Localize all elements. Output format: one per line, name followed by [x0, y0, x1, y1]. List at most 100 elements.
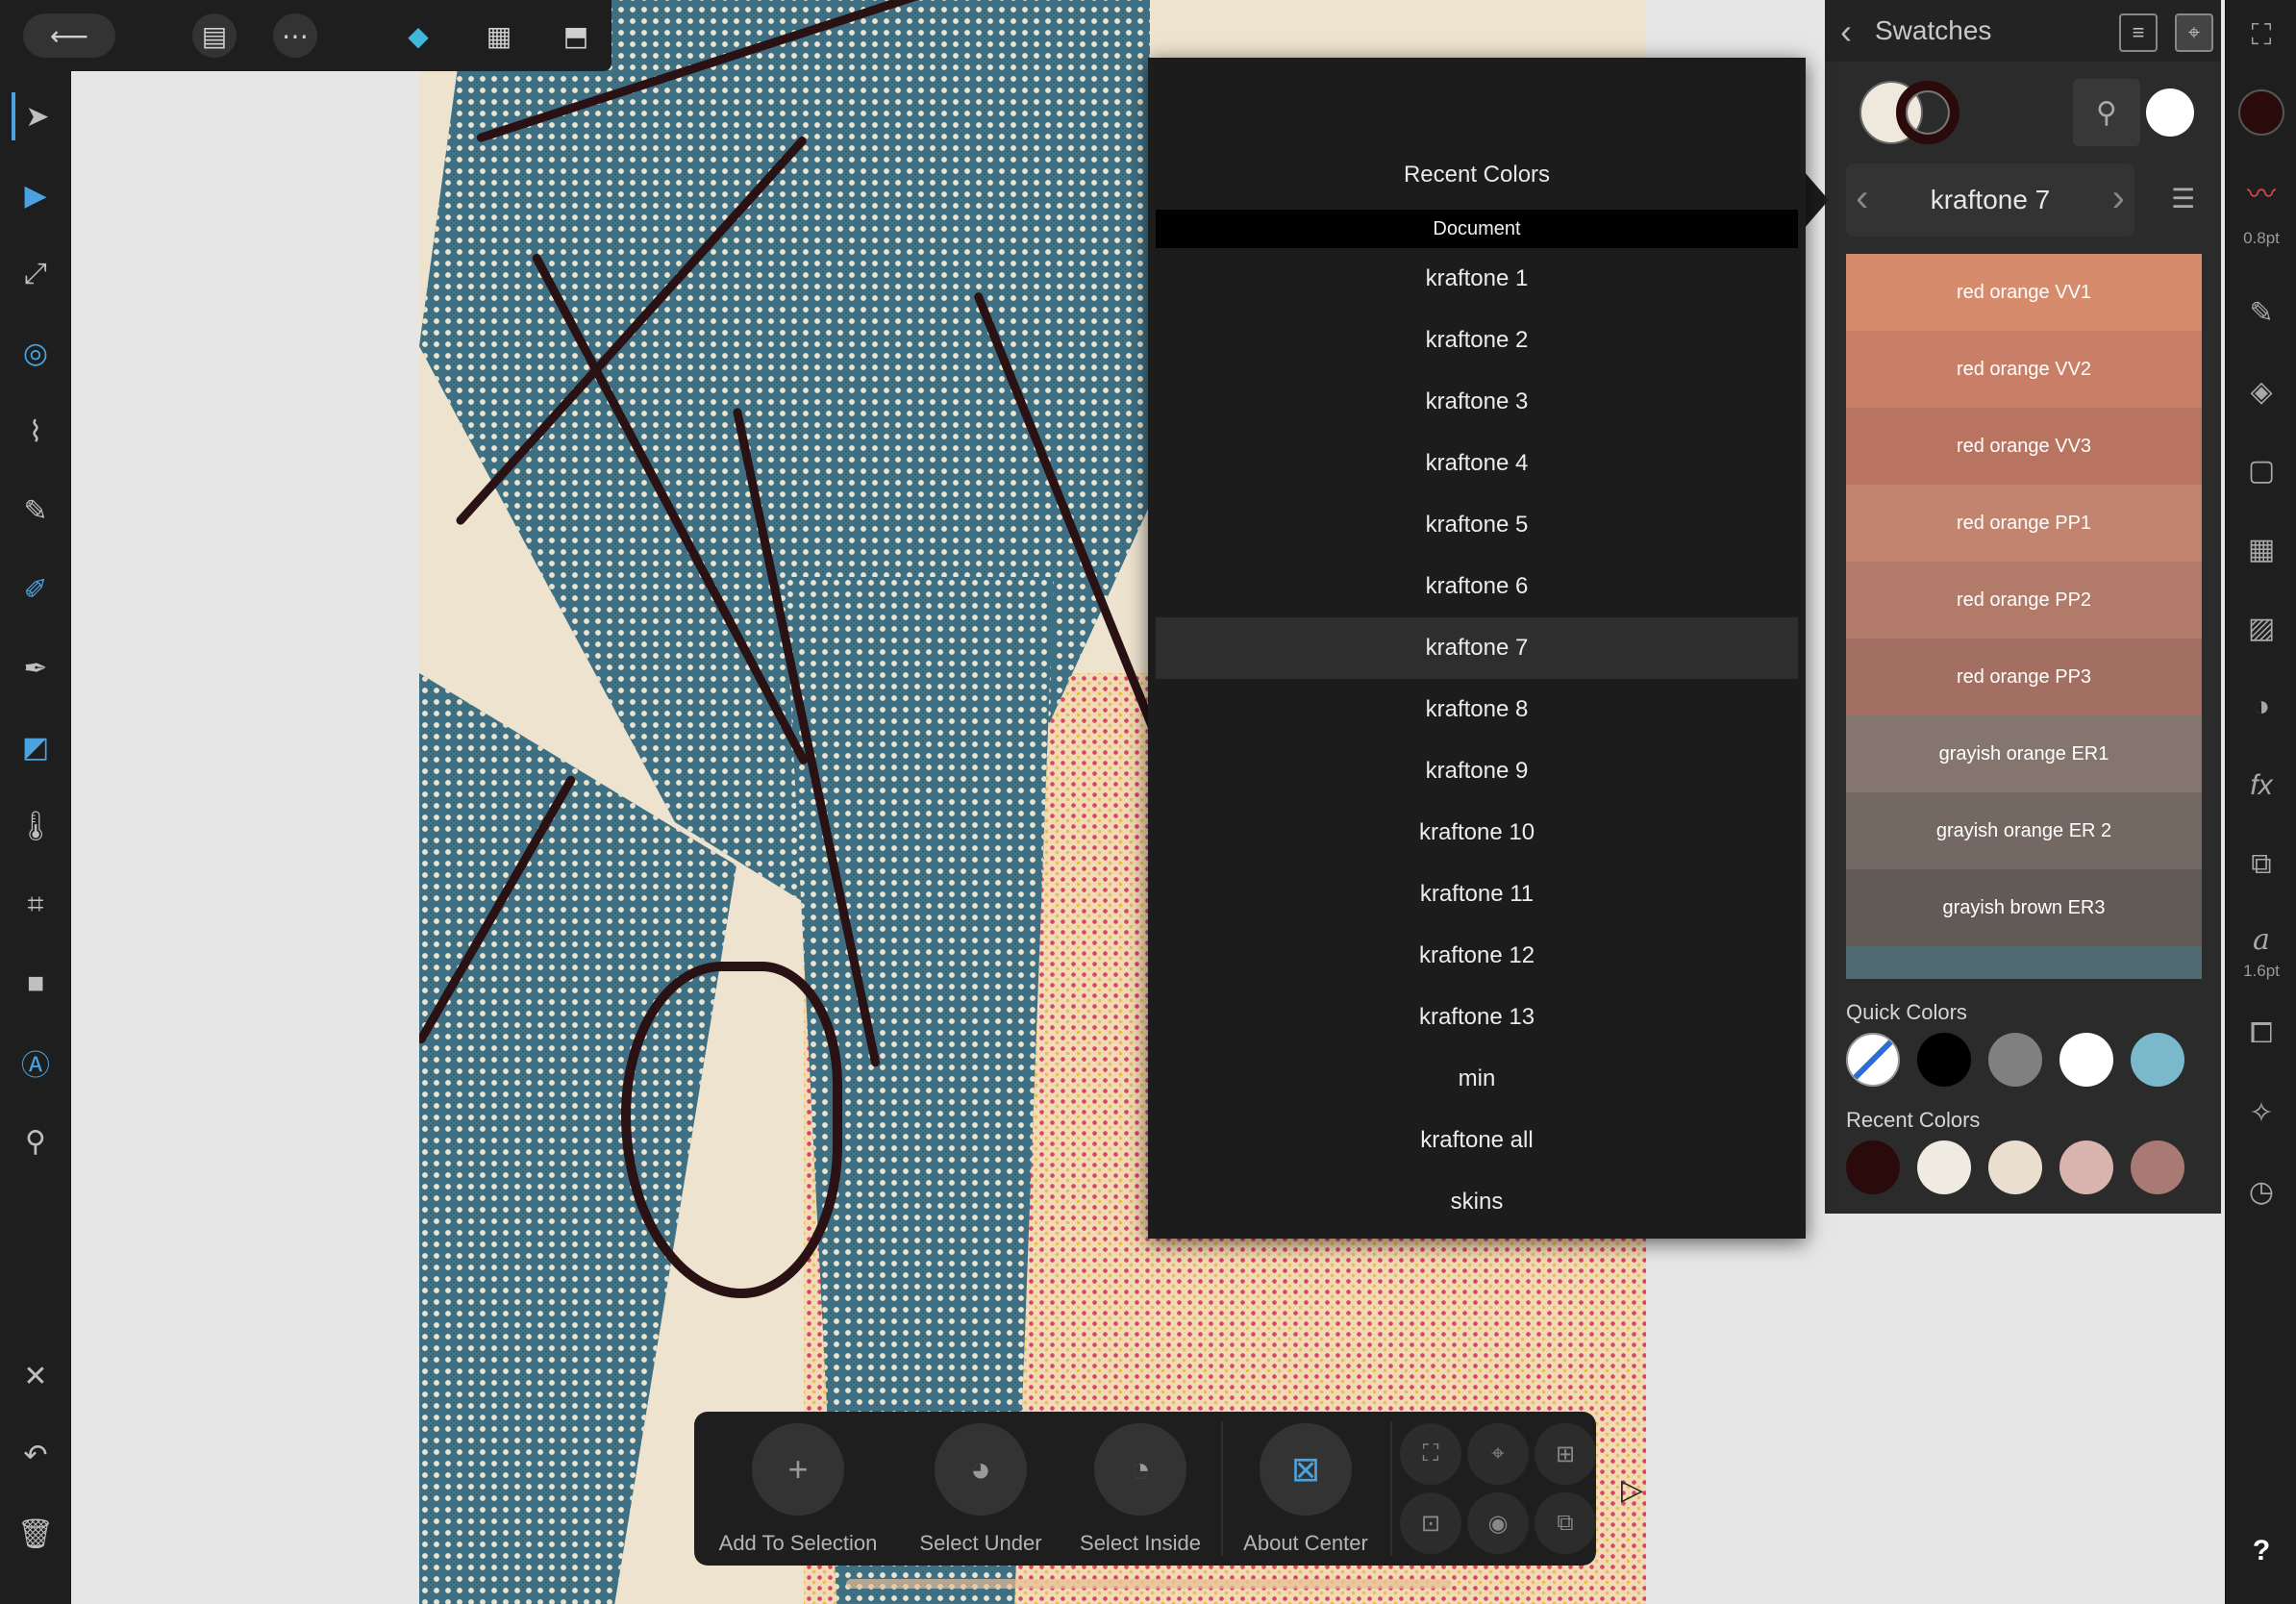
- recent-color-swatch[interactable]: [1917, 1140, 1971, 1194]
- node-tool-icon[interactable]: ▶: [12, 171, 60, 219]
- transparency-icon[interactable]: 🌡: [12, 802, 60, 850]
- swatch-grid-icon[interactable]: ▦: [2237, 525, 2285, 573]
- point-transform-icon[interactable]: ⤢: [12, 250, 60, 298]
- swatch-item[interactable]: red orange PP3: [1846, 639, 2202, 715]
- palette-list-item[interactable]: kraftone 8: [1156, 679, 1798, 740]
- color-studio-icon[interactable]: [2237, 88, 2285, 137]
- pen-node-icon[interactable]: ⌇: [12, 408, 60, 456]
- recent-color-swatch[interactable]: [1846, 1140, 1900, 1194]
- select-inside-button[interactable]: ◔: [1094, 1423, 1186, 1516]
- palette-list-item[interactable]: kraftone 4: [1156, 433, 1798, 494]
- palette-list-item[interactable]: kraftone 11: [1156, 864, 1798, 925]
- palette-name[interactable]: kraftone 7: [1846, 185, 2134, 215]
- brushes-icon[interactable]: ✎: [2237, 288, 2285, 337]
- chevron-right-icon[interactable]: ›: [2112, 177, 2125, 220]
- recent-color-swatch[interactable]: [1988, 1140, 2042, 1194]
- move-tool-icon[interactable]: ➤: [12, 92, 60, 140]
- export-icon[interactable]: ⬒: [552, 13, 600, 58]
- navigator-icon[interactable]: ◑: [2237, 683, 2285, 731]
- palette-list-item[interactable]: kraftone 6: [1156, 556, 1798, 617]
- transform-icon[interactable]: ⧠: [2237, 1010, 2285, 1058]
- image-icon[interactable]: ▨: [2237, 604, 2285, 652]
- palette-list-item[interactable]: skins: [1156, 1171, 1798, 1233]
- palette-navigator[interactable]: ‹ kraftone 7 ›: [1846, 163, 2134, 237]
- eyedropper-icon[interactable]: ⚲: [2073, 79, 2140, 146]
- fill-tool-icon[interactable]: ◩: [12, 723, 60, 771]
- horizontal-scrollbar[interactable]: [846, 1579, 1452, 1589]
- constrain-icon[interactable]: ⊡: [1400, 1492, 1461, 1554]
- persona-icon[interactable]: ◆: [394, 13, 442, 58]
- about-center-button[interactable]: ⊠: [1260, 1423, 1352, 1516]
- quick-color-swatch[interactable]: [2059, 1033, 2113, 1087]
- popover-recent-colors[interactable]: Recent Colors: [1148, 162, 1806, 188]
- quick-color-swatch[interactable]: [2131, 1033, 2184, 1087]
- swatch-item[interactable]: grayish brown ER3: [1846, 869, 2202, 946]
- palette-list-item[interactable]: kraftone 1: [1156, 248, 1798, 310]
- layers-icon[interactable]: ◈: [2237, 367, 2285, 415]
- assets-icon[interactable]: ⧉: [2237, 840, 2285, 889]
- swatch-item[interactable]: red orange VV3: [1846, 408, 2202, 485]
- help-icon[interactable]: ?: [2237, 1527, 2285, 1575]
- align-icon[interactable]: ⊞: [1535, 1423, 1596, 1485]
- recent-color-swatch[interactable]: [2131, 1140, 2184, 1194]
- corner-tool-icon[interactable]: ◎: [12, 329, 60, 377]
- swatch-item[interactable]: red orange VV2: [1846, 331, 2202, 408]
- swatch-item[interactable]: [1846, 946, 2202, 979]
- swatch-item[interactable]: red orange PP2: [1846, 562, 2202, 639]
- document-icon[interactable]: ▤: [192, 13, 237, 58]
- color-picker-icon[interactable]: ⚲: [12, 1117, 60, 1165]
- fill-stroke-selector[interactable]: [1859, 81, 1965, 144]
- text-style-icon[interactable]: a: [2237, 915, 2285, 964]
- palette-list-item[interactable]: kraftone 5: [1156, 494, 1798, 556]
- list-view-icon[interactable]: ≡: [2119, 13, 2158, 52]
- grid-icon[interactable]: ▦: [475, 13, 523, 58]
- quick-color-swatch[interactable]: [1917, 1033, 1971, 1087]
- palette-list-item[interactable]: kraftone 2: [1156, 310, 1798, 371]
- stroke-swatch[interactable]: [1896, 81, 1959, 144]
- palette-list-item[interactable]: min: [1156, 1048, 1798, 1110]
- pen-tool-icon[interactable]: ✒: [12, 644, 60, 692]
- close-icon[interactable]: ✕: [12, 1352, 60, 1400]
- stroke-studio-icon[interactable]: 〰: [2237, 167, 2285, 215]
- fx-icon[interactable]: fx: [2237, 762, 2285, 810]
- quick-color-swatch[interactable]: [1988, 1033, 2042, 1087]
- select-under-button[interactable]: ◕: [935, 1423, 1027, 1516]
- swatch-item[interactable]: red orange VV1: [1846, 254, 2202, 331]
- palette-list-item[interactable]: kraftone 10: [1156, 802, 1798, 864]
- undo-icon[interactable]: ↶: [12, 1431, 60, 1479]
- palette-list-icon[interactable]: ☰: [2171, 183, 2195, 214]
- fullscreen-icon[interactable]: ⛶: [2237, 12, 2285, 60]
- swatch-item[interactable]: red orange PP1: [1846, 485, 2202, 562]
- palette-list-item[interactable]: kraftone 3: [1156, 371, 1798, 433]
- effects-icon[interactable]: ▢: [2237, 446, 2285, 494]
- arrange-icon[interactable]: ⧉: [1535, 1492, 1596, 1554]
- palette-list-item[interactable]: kraftone 13: [1156, 987, 1798, 1048]
- recent-color-swatch[interactable]: [2059, 1140, 2113, 1194]
- history-icon[interactable]: ◷: [2237, 1167, 2285, 1216]
- text-tool-icon[interactable]: Ⓐ: [12, 1039, 60, 1087]
- preview-icon[interactable]: ◉: [1467, 1492, 1529, 1554]
- snap-bounds-icon[interactable]: ⛶: [1400, 1423, 1461, 1485]
- palette-list-item[interactable]: kraftone 12: [1156, 925, 1798, 987]
- add-to-selection-button[interactable]: +: [752, 1423, 844, 1516]
- pencil-icon[interactable]: ✎: [12, 487, 60, 535]
- swatch-list[interactable]: red orange VV1 red orange VV2 red orange V…: [1846, 254, 2202, 979]
- crosshair-icon[interactable]: ⌖: [1467, 1423, 1529, 1485]
- snapping-icon[interactable]: ✧: [2237, 1089, 2285, 1137]
- pin-icon[interactable]: ⌖: [2175, 13, 2213, 52]
- swatch-item[interactable]: grayish orange ER1: [1846, 715, 2202, 792]
- palette-list-item[interactable]: kraftone 7: [1156, 617, 1798, 679]
- trash-icon[interactable]: 🗑: [12, 1510, 60, 1558]
- quick-color-swatch[interactable]: [1846, 1033, 1900, 1087]
- expand-toolbar-icon[interactable]: ▷: [1621, 1473, 1643, 1507]
- rectangle-icon[interactable]: ■: [12, 960, 60, 1008]
- back-arrow-icon[interactable]: ⟵: [23, 13, 115, 58]
- vector-brush-icon[interactable]: ✐: [12, 565, 60, 614]
- crop-icon[interactable]: ⌗: [12, 881, 60, 929]
- current-color-swatch[interactable]: [2146, 88, 2194, 137]
- more-icon[interactable]: ⋯: [273, 13, 317, 58]
- chevron-left-icon[interactable]: ‹: [1840, 12, 1852, 52]
- palette-list-item[interactable]: kraftone all: [1156, 1110, 1798, 1171]
- palette-list-item[interactable]: kraftone 9: [1156, 740, 1798, 802]
- popover-document[interactable]: Document: [1156, 210, 1798, 248]
